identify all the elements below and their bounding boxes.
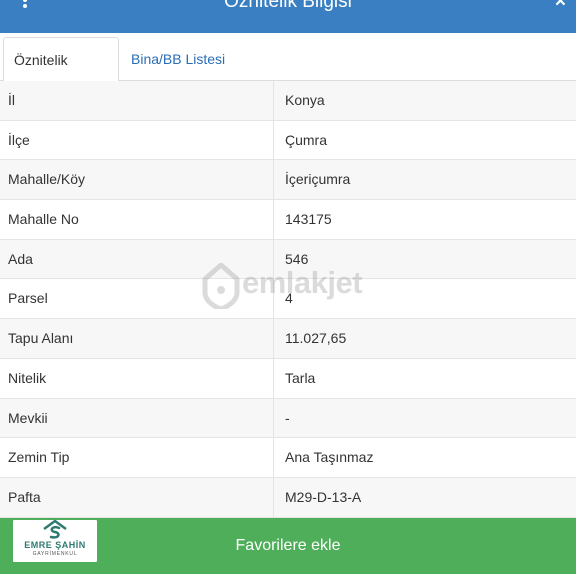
row-value: 11.027,65 bbox=[273, 319, 576, 358]
row-value: M29-D-13-A bbox=[273, 477, 576, 517]
row-label: İl bbox=[8, 92, 15, 108]
row-value: Çumra bbox=[273, 120, 576, 160]
table-row: İlçe Çumra bbox=[0, 120, 576, 161]
table-row: Mahalle/Köy İçeriçumra bbox=[0, 160, 576, 201]
row-label: İlçe bbox=[8, 131, 30, 148]
logo-name: EMRE ŞAHİN bbox=[24, 540, 86, 550]
table-row: Tapu Alanı 11.027,65 bbox=[0, 319, 576, 359]
modal-header: Öznitelik Bilgisi × bbox=[0, 0, 576, 33]
row-value: İçeriçumra bbox=[273, 160, 576, 200]
table-row: Ada 546 bbox=[0, 239, 576, 280]
table-row: Pafta M29-D-13-A bbox=[0, 477, 576, 518]
table-row: Nitelik Tarla bbox=[0, 358, 576, 399]
row-value: Ana Taşınmaz bbox=[273, 438, 576, 477]
footer-bar: Favorilere ekle EMRE ŞAHİN GAYRİMENKUL bbox=[0, 518, 576, 574]
attribute-table: İl Konya İlçe Çumra Mahalle/Köy İçeriçum… bbox=[0, 81, 576, 518]
logo-subtitle: GAYRİMENKUL bbox=[32, 551, 78, 557]
row-label: Ada bbox=[8, 250, 33, 267]
row-value: Tarla bbox=[273, 358, 576, 398]
row-value: 4 bbox=[273, 279, 576, 319]
row-value: 546 bbox=[273, 239, 576, 279]
row-value: 143175 bbox=[273, 200, 576, 239]
row-label: Pafta bbox=[8, 488, 41, 505]
table-row: Zemin Tip Ana Taşınmaz bbox=[0, 438, 576, 478]
row-label: Mahalle/Köy bbox=[8, 171, 86, 188]
row-label: Mevkii bbox=[8, 409, 48, 426]
row-label: Nitelik bbox=[8, 369, 47, 386]
row-label: Parsel bbox=[8, 290, 48, 307]
modal-title: Öznitelik Bilgisi bbox=[224, 0, 352, 12]
row-label: Tapu Alanı bbox=[8, 330, 74, 347]
tab-oznitelik-bilgisi[interactable]: Öznitelik Bilgisi bbox=[3, 37, 119, 112]
row-label: Zemin Tip bbox=[8, 449, 70, 466]
row-value: - bbox=[273, 398, 576, 438]
tab-bar: Öznitelik Bilgisi Bina/BB Listesi bbox=[0, 33, 576, 112]
tab-bina-bb-listesi[interactable]: Bina/BB Listesi bbox=[121, 37, 235, 82]
row-value: Konya bbox=[273, 81, 576, 120]
close-icon[interactable]: × bbox=[555, 0, 566, 12]
row-label: Mahalle No bbox=[8, 211, 79, 228]
table-row: İl Konya bbox=[0, 81, 576, 121]
house-s-logo-icon bbox=[43, 519, 67, 539]
table-row: Parsel 4 bbox=[0, 279, 576, 320]
agency-logo: EMRE ŞAHİN GAYRİMENKUL bbox=[13, 519, 97, 562]
table-row: Mahalle No 143175 bbox=[0, 200, 576, 240]
table-row: Mevkii - bbox=[0, 398, 576, 439]
